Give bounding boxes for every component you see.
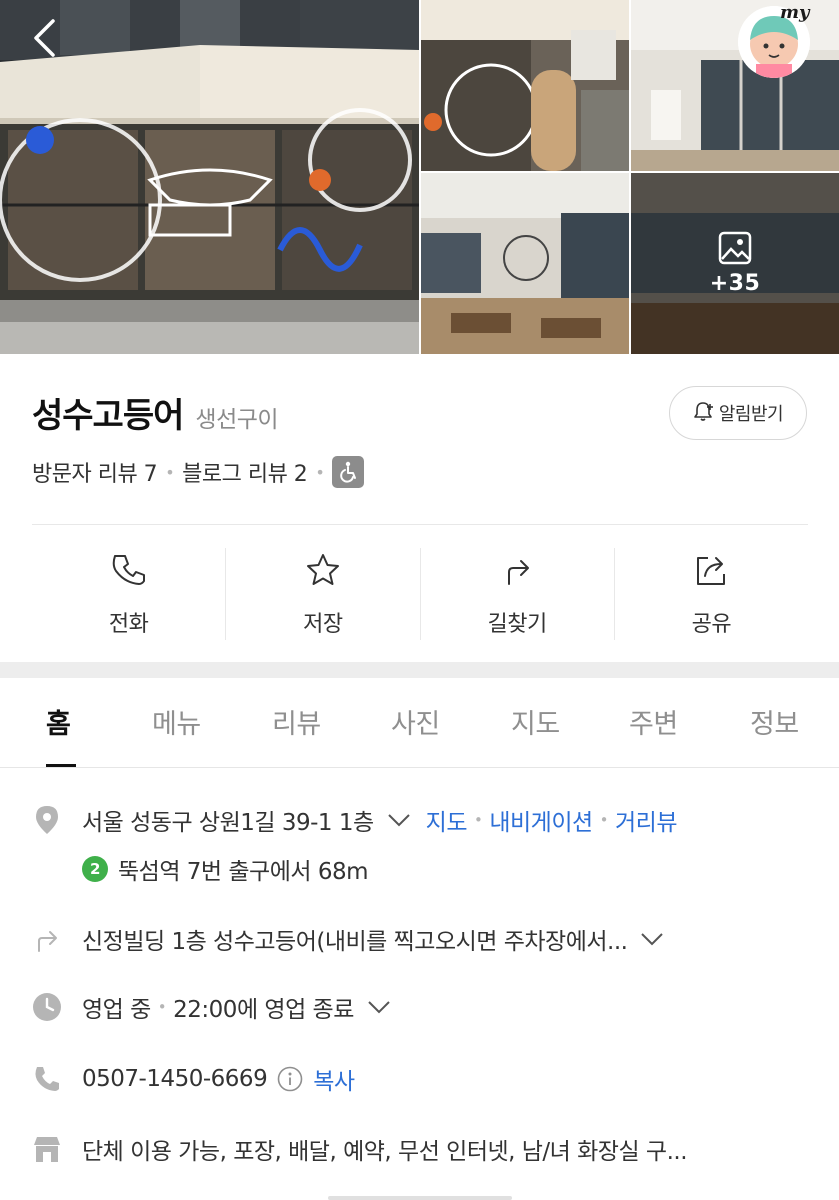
share-icon (693, 552, 729, 592)
my-label: my (780, 2, 810, 23)
phone-number[interactable]: 0507-1450-6669 (82, 1066, 268, 1092)
chevron-left-icon (31, 18, 57, 62)
clock-icon (32, 992, 62, 1022)
subway-row: 2 뚝섬역 7번 출구에서 68m (82, 852, 369, 886)
share-button[interactable]: 공유 (615, 548, 808, 640)
tab-map[interactable]: 지도 (511, 702, 560, 741)
subway-distance-text: 뚝섬역 7번 출구에서 68m (118, 859, 369, 885)
tab-photos[interactable]: 사진 (391, 702, 440, 741)
address-text: 서울 성동구 상원1길 39-1 1층 (82, 810, 374, 836)
phone-row: 0507-1450-6669 복사 (32, 1062, 355, 1096)
hours-status: 영업 중 (82, 997, 151, 1023)
action-bar: 전화 저장 길찾기 공유 (32, 548, 808, 640)
street-view-link[interactable]: 거리뷰 (615, 803, 677, 837)
separator-dot: • (165, 462, 175, 482)
action-label: 길찾기 (487, 612, 548, 637)
gallery-photo[interactable] (421, 0, 629, 171)
blog-reviews-link[interactable]: 블로그 리뷰 2 (182, 456, 308, 488)
directions-icon (32, 924, 62, 954)
navigation-link[interactable]: 내비게이션 (489, 803, 593, 837)
review-summary: 방문자 리뷰 7 • 블로그 리뷰 2 • (32, 456, 365, 488)
hours-text: 22:00에 영업 종료 (173, 997, 354, 1023)
directions-note-text: 신정빌딩 1층 성수고등어(내비를 찍고오시면 주차장에서... (82, 929, 628, 955)
directions-icon (499, 552, 535, 592)
place-name: 성수고등어 (32, 396, 184, 436)
business-hours-row[interactable]: 영업 중 • 22:00에 영업 종료 (32, 990, 392, 1024)
separator-dot: • (599, 811, 609, 829)
gallery-photo[interactable] (631, 0, 839, 171)
more-photos-count: +35 (709, 271, 761, 296)
location-pin-icon (32, 805, 62, 835)
gallery-photo-more[interactable]: +35 (631, 173, 839, 354)
notify-button[interactable]: 알림받기 (669, 386, 807, 440)
tab-bar: 홈 메뉴 리뷰 사진 지도 주변 정보 (0, 678, 839, 768)
amenities-row[interactable]: 단체 이용 가능, 포장, 배달, 예약, 무선 인터넷, 남/녀 화장실 구.… (32, 1132, 688, 1166)
separator-dot: • (157, 998, 167, 1016)
tab-info[interactable]: 정보 (750, 702, 799, 741)
save-button[interactable]: 저장 (226, 548, 421, 640)
tab-nearby[interactable]: 주변 (629, 702, 678, 741)
separator-dot: • (473, 811, 483, 829)
call-button[interactable]: 전화 (32, 548, 227, 640)
address-row: 서울 성동구 상원1길 39-1 1층 지도 • 내비게이션 • 거리뷰 (32, 803, 677, 837)
more-photos-overlay[interactable]: +35 (631, 173, 839, 354)
info-circle-icon[interactable] (277, 1066, 303, 1092)
subway-line-badge: 2 (82, 856, 108, 882)
copy-phone-button[interactable]: 복사 (313, 1062, 355, 1096)
main-photo[interactable] (0, 0, 419, 354)
place-title: 성수고등어 생선구이 (32, 388, 279, 437)
directions-button[interactable]: 길찾기 (421, 548, 615, 640)
directions-note-row[interactable]: 신정빌딩 1층 성수고등어(내비를 찍고오시면 주차장에서... (32, 922, 665, 956)
action-label: 공유 (691, 612, 732, 637)
tab-reviews[interactable]: 리뷰 (272, 702, 321, 741)
separator-dot: • (315, 462, 325, 482)
gallery-photo[interactable] (421, 173, 629, 354)
back-button[interactable] (26, 18, 62, 62)
chevron-down-icon[interactable] (386, 812, 412, 828)
action-label: 전화 (108, 612, 149, 637)
star-icon (305, 552, 341, 592)
home-indicator (328, 1196, 512, 1200)
tab-menu[interactable]: 메뉴 (152, 702, 201, 741)
active-tab-indicator (46, 764, 76, 767)
chevron-down-icon[interactable] (639, 931, 665, 947)
chevron-down-icon[interactable] (366, 999, 392, 1015)
phone-icon (111, 552, 147, 592)
wheelchair-icon (332, 456, 365, 488)
notify-label: 알림받기 (718, 404, 784, 425)
photo-gallery: +35 my (0, 0, 839, 354)
map-link[interactable]: 지도 (426, 803, 468, 837)
section-divider (0, 662, 839, 678)
place-category[interactable]: 생선구이 (195, 400, 278, 434)
action-label: 저장 (303, 612, 343, 637)
visitor-reviews-link[interactable]: 방문자 리뷰 7 (32, 456, 158, 488)
divider (32, 524, 808, 525)
bell-plus-icon (693, 400, 715, 426)
amenities-text: 단체 이용 가능, 포장, 배달, 예약, 무선 인터넷, 남/녀 화장실 구.… (82, 1139, 688, 1165)
tab-home[interactable]: 홈 (46, 702, 71, 741)
phone-icon (32, 1064, 62, 1094)
image-icon (718, 231, 752, 265)
store-icon (32, 1134, 62, 1164)
